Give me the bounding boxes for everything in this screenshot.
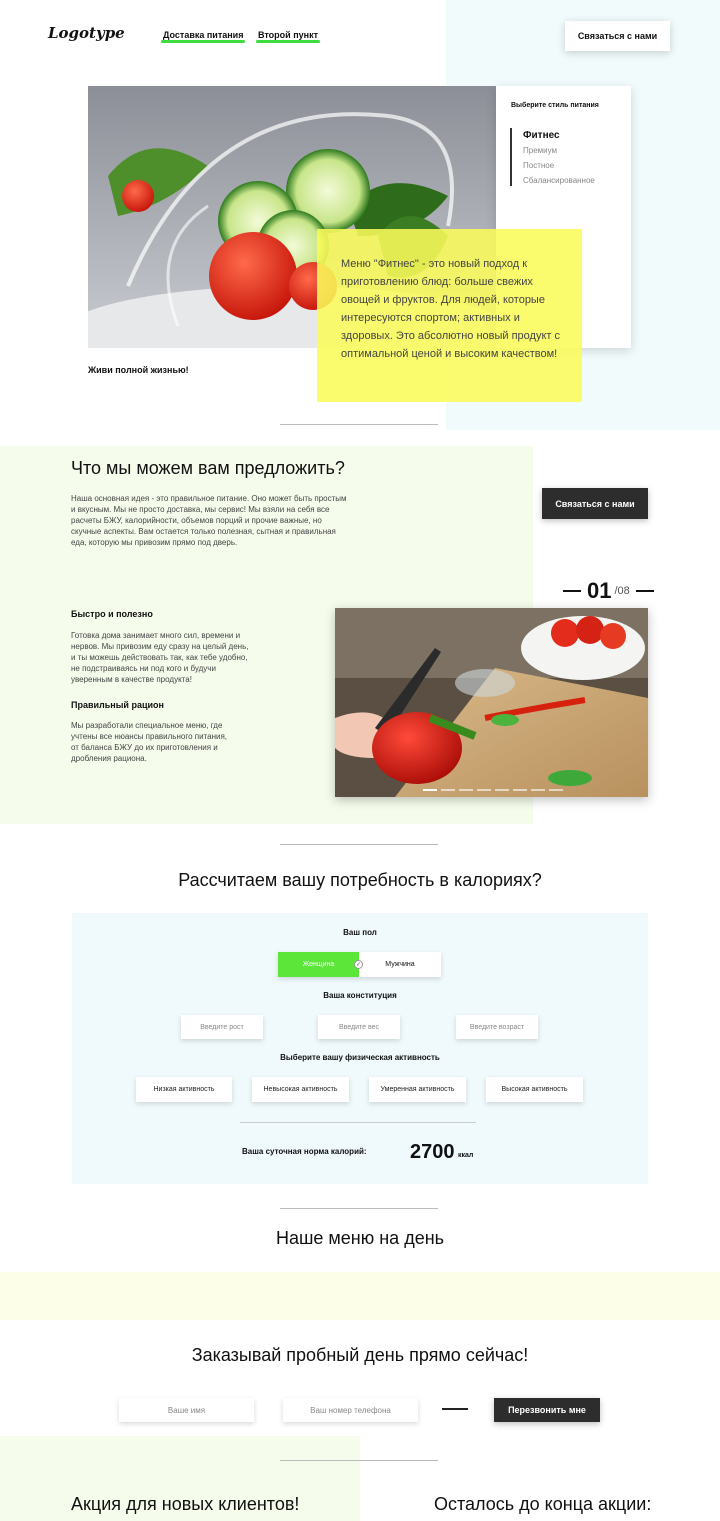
block-diet-title: Правильный рацион bbox=[71, 700, 164, 710]
promo-title: Акция для новых клиентов! bbox=[71, 1494, 300, 1514]
section-divider bbox=[280, 1208, 438, 1209]
slider-dots[interactable] bbox=[423, 789, 563, 791]
constitution-label: Ваша конституция bbox=[323, 991, 397, 1000]
height-input[interactable]: Введите рост bbox=[181, 1015, 263, 1039]
nav-item-label: Второй пункт bbox=[258, 30, 318, 40]
block-diet-text: Мы разработали специальное меню, где учт… bbox=[71, 721, 228, 763]
slider-dot[interactable] bbox=[441, 789, 455, 791]
contact-button[interactable]: Связаться с нами bbox=[565, 21, 670, 51]
activity-moderate-button[interactable]: Умеренная активность bbox=[369, 1077, 466, 1102]
order-title: Заказывай пробный день прямо сейчас! bbox=[191, 1345, 529, 1365]
slider-dot[interactable] bbox=[495, 789, 509, 791]
slider-dot-active[interactable] bbox=[423, 789, 437, 791]
counter-dash-right bbox=[635, 590, 654, 592]
gender-option-male[interactable]: Мужчина bbox=[359, 952, 441, 977]
section-divider bbox=[280, 1460, 438, 1461]
section-divider bbox=[280, 844, 438, 845]
pepper-cutting-illustration bbox=[335, 608, 648, 797]
slider-dot[interactable] bbox=[459, 789, 473, 791]
slider-dot[interactable] bbox=[513, 789, 527, 791]
nav-underline bbox=[161, 40, 246, 43]
result-unit: ккал bbox=[458, 1152, 474, 1159]
activity-high-button[interactable]: Высокая активность bbox=[486, 1077, 583, 1102]
slider-dot[interactable] bbox=[531, 789, 545, 791]
diet-description-card: Меню "Фитнес" - это новый подход к приго… bbox=[317, 229, 582, 402]
result-divider bbox=[240, 1122, 476, 1123]
result-value: 2700 bbox=[410, 1141, 455, 1163]
calculator-title: Рассчитаем вашу потребность в калориях? bbox=[178, 870, 542, 890]
menu-band-yellow bbox=[0, 1272, 720, 1320]
offer-contact-button[interactable]: Связаться с нами bbox=[542, 488, 648, 519]
callback-button[interactable]: Перезвонить мне bbox=[494, 1398, 600, 1422]
offer-title: Что мы можем вам предложить? bbox=[71, 458, 345, 478]
section-divider bbox=[280, 424, 438, 425]
counter-dash-left bbox=[563, 590, 581, 592]
counter-total: /08 bbox=[614, 585, 630, 597]
name-input[interactable]: Ваше имя bbox=[119, 1398, 254, 1422]
check-icon: ✓ bbox=[354, 960, 363, 969]
activity-low-button[interactable]: Низкая активность bbox=[136, 1077, 232, 1102]
nav-underline bbox=[256, 40, 320, 43]
calorie-calculator: Ваш пол Женщина Мужчина ✓ Ваша конституц… bbox=[72, 913, 648, 1184]
result-label: Ваша суточная норма калорий: bbox=[242, 1147, 367, 1156]
age-input[interactable]: Введите возраст bbox=[456, 1015, 538, 1039]
activity-light-button[interactable]: Невысокая активность bbox=[252, 1077, 349, 1102]
diet-style-list: Фитнес Премиум Постное Сбалансированное bbox=[510, 128, 595, 186]
slide-counter: 01 /08 bbox=[563, 578, 654, 604]
nav-item-second[interactable]: Второй пункт bbox=[256, 30, 320, 43]
gender-option-female[interactable]: Женщина bbox=[278, 952, 359, 977]
cooking-slider-image[interactable] bbox=[335, 608, 648, 797]
style-option-premium[interactable]: Премиум bbox=[523, 143, 595, 158]
nav-item-delivery[interactable]: Доставка питания bbox=[161, 30, 246, 43]
style-option-fitness[interactable]: Фитнес bbox=[523, 128, 595, 143]
counter-current: 01 bbox=[587, 578, 612, 603]
slider-dot[interactable] bbox=[477, 789, 491, 791]
gender-label: Ваш пол bbox=[343, 928, 377, 937]
menu-title: Наше меню на день bbox=[275, 1228, 445, 1248]
block-fast-title: Быстро и полезно bbox=[71, 609, 153, 619]
style-option-lenten[interactable]: Постное bbox=[523, 158, 595, 173]
block-fast-text: Готовка дома занимает много сил, времени… bbox=[71, 631, 249, 684]
style-option-balanced[interactable]: Сбалансированное bbox=[523, 173, 595, 188]
arrow-dash-icon bbox=[442, 1408, 468, 1410]
slider-dot[interactable] bbox=[549, 789, 563, 791]
panel-title: Выберите стиль питания bbox=[511, 102, 599, 109]
offer-text: Наша основная идея - это правильное пита… bbox=[71, 494, 347, 547]
logo[interactable]: Logotype bbox=[48, 24, 125, 42]
phone-input[interactable]: Ваш номер телефона bbox=[283, 1398, 418, 1422]
promo-countdown-title: Осталось до конца акции: bbox=[434, 1494, 652, 1514]
weight-input[interactable]: Введите вес bbox=[318, 1015, 400, 1039]
hero-slogan: Живи полной жизнью! bbox=[88, 365, 189, 375]
activity-label: Выберите вашу физическая активность bbox=[280, 1053, 440, 1062]
nav-item-label: Доставка питания bbox=[163, 30, 244, 40]
gender-toggle[interactable]: Женщина Мужчина ✓ bbox=[278, 952, 441, 977]
